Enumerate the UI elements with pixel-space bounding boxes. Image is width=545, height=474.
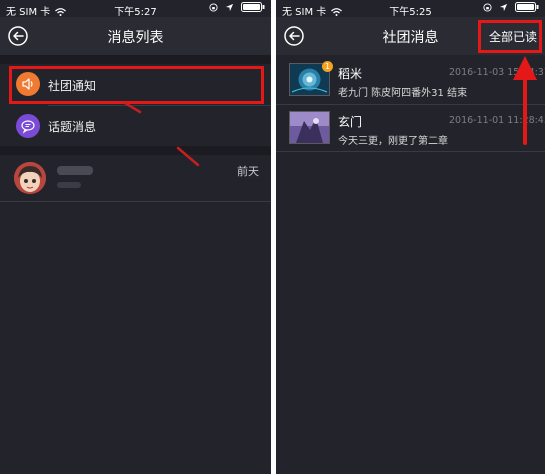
section-gap: [0, 55, 271, 64]
page-title: 消息列表: [107, 30, 164, 46]
location-icon: [225, 3, 233, 12]
unread-badge: 1: [322, 61, 333, 72]
message-date: 2016-11-03 15:04:37: [449, 67, 545, 78]
blurred-username: [57, 166, 93, 175]
conversation-time: 前天: [237, 165, 259, 178]
club-thumbnail: [289, 111, 330, 144]
battery-icon: [241, 2, 265, 12]
message-preview: 今天三更，刚更了第二章: [338, 136, 448, 147]
club-messages-screen: 无 SIM 卡 下午5:25 社团消息 全部已读 1 稻米 2016-11-03…: [276, 0, 545, 474]
menu-item-topic-message[interactable]: 话题消息: [0, 106, 271, 146]
club-name: 稻米: [338, 67, 363, 81]
status-bar: 无 SIM 卡 下午5:25: [276, 0, 545, 18]
section-gap: [0, 146, 271, 155]
message-date: 2016-11-01 11:28:43: [449, 115, 545, 126]
highlight-box: [478, 20, 542, 53]
status-bar: 无 SIM 卡 下午5:27: [0, 0, 271, 18]
message-row[interactable]: 1 稻米 2016-11-03 15:04:37 老九门 陈皮阿四番外31 结束: [276, 58, 545, 103]
chat-bubble-icon: [16, 114, 40, 138]
highlight-box: [9, 66, 264, 104]
lock-rotation-icon: [209, 3, 218, 12]
club-name: 玄门: [338, 115, 363, 129]
lock-rotation-icon: [483, 3, 492, 12]
message-row[interactable]: 玄门 2016-11-01 11:28:43 今天三更，刚更了第二章: [276, 106, 545, 150]
divider: [276, 151, 545, 152]
menu-item-label: 话题消息: [48, 120, 97, 134]
message-preview: 老九门 陈皮阿四番外31 结束: [338, 88, 468, 99]
divider: [0, 201, 271, 202]
blurred-preview: [57, 182, 81, 188]
conversation-row[interactable]: 前天: [0, 155, 271, 201]
divider: [276, 104, 545, 105]
location-icon: [499, 3, 507, 12]
navigation-bar: 消息列表: [0, 17, 271, 55]
battery-icon: [515, 2, 539, 12]
avatar: [14, 162, 46, 194]
